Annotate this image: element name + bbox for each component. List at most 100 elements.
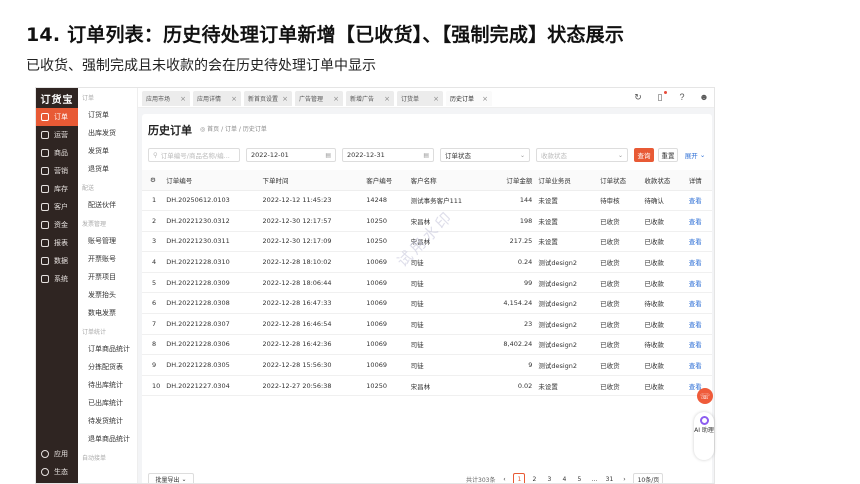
date-end-value: 2022-12-31 xyxy=(347,151,385,159)
tab-6[interactable]: 历史订单 × xyxy=(446,91,492,106)
tab-5[interactable]: 订货单 × xyxy=(397,91,443,106)
search-input[interactable]: ⚲ 订单编号/商品名称/编... xyxy=(148,148,240,162)
order-status-select[interactable]: 订单状态 ⌄ xyxy=(440,148,530,162)
table-cell: 已收货 xyxy=(597,272,642,294)
table-cell: DH.20221228.0307 xyxy=(163,313,260,335)
view-detail-link[interactable]: 查看 xyxy=(685,210,712,232)
table-cell: DH.20221230.0312 xyxy=(163,210,260,232)
tab-4[interactable]: 新增广告 × xyxy=(346,91,394,106)
page-size-select[interactable]: 10条/页 xyxy=(633,473,664,483)
bell-icon[interactable]: ▯ xyxy=(654,91,667,103)
reset-button[interactable]: 重置 xyxy=(658,148,678,162)
view-detail-link[interactable]: 查看 xyxy=(685,354,712,376)
view-detail-link[interactable]: 查看 xyxy=(685,190,712,212)
subnav-item[interactable]: 退单商品统计 xyxy=(78,430,137,448)
page-number[interactable]: 4 xyxy=(558,473,570,483)
order-icon xyxy=(41,113,49,121)
page-number[interactable]: 3 xyxy=(543,473,555,483)
table-cell: DH.20221227.0304 xyxy=(163,375,260,397)
headset-icon[interactable]: ☏ xyxy=(697,388,713,404)
receipt-status-select[interactable]: 收款状态 ⌄ xyxy=(536,148,628,162)
close-icon[interactable]: × xyxy=(384,95,390,103)
help-icon[interactable]: ? xyxy=(676,91,688,103)
sidebar-item-3[interactable]: 营销 xyxy=(36,162,78,180)
next-page-icon[interactable]: › xyxy=(618,473,630,483)
close-icon[interactable]: × xyxy=(482,95,488,103)
prev-page-icon[interactable]: ‹ xyxy=(498,473,510,483)
calendar-icon: ▤ xyxy=(325,151,331,159)
table-cell: DH.20221228.0305 xyxy=(163,354,260,376)
inventory-icon xyxy=(41,185,49,193)
breadcrumb-text[interactable]: 首页 / 订单 / 历史订单 xyxy=(207,126,267,133)
subnav-item[interactable]: 退货单 xyxy=(78,160,137,178)
subnav-item[interactable]: 待出库统计 xyxy=(78,376,137,394)
tab-1[interactable]: 应用详情 × xyxy=(193,91,241,106)
subnav-item[interactable]: 数电发票 xyxy=(78,304,137,322)
report-icon xyxy=(41,239,49,247)
close-icon[interactable]: × xyxy=(433,95,439,103)
subnav-item[interactable]: 分拣配货表 xyxy=(78,358,137,376)
date-end-field[interactable]: 2022-12-31 ▤ xyxy=(342,148,434,162)
table-cell: 已收款 xyxy=(641,354,686,376)
subnav-item[interactable]: 开票账号 xyxy=(78,250,137,268)
page-number[interactable]: 31 xyxy=(603,473,615,483)
orders-table: ⚙ 订单编号 下单时间 客户编号 客户名称 订单金额 订单业务员 订单状态 收款状态 详情 1 DH… xyxy=(142,170,712,397)
view-detail-link[interactable]: 查看 xyxy=(685,231,712,253)
tab-2[interactable]: 新首页设置 × xyxy=(244,91,292,106)
sidebar-item-7[interactable]: 报表 xyxy=(36,234,78,252)
subnav-item[interactable]: 发票抬头 xyxy=(78,286,137,304)
subnav-item[interactable]: 配送伙伴 xyxy=(78,196,137,214)
refresh-icon[interactable]: ↻ xyxy=(632,91,644,103)
ecosystem-icon xyxy=(41,468,49,476)
sidebar-bottom-item-0[interactable]: 应用 xyxy=(36,445,78,463)
subnav-item[interactable]: 订货单 xyxy=(78,106,137,124)
subnav-item[interactable]: 开票项目 xyxy=(78,268,137,286)
sidebar-item-8[interactable]: 数据 xyxy=(36,252,78,270)
view-detail-link[interactable]: 查看 xyxy=(685,334,712,356)
ai-assistant-button[interactable]: AI 助理 xyxy=(694,412,714,460)
tab-3[interactable]: 广告管理 × xyxy=(295,91,343,106)
table-cell: DH.20221228.0310 xyxy=(163,251,260,273)
subnav-item[interactable]: 待发货统计 xyxy=(78,412,137,430)
tab-0[interactable]: 应用市场 × xyxy=(142,91,190,106)
view-detail-link[interactable]: 查看 xyxy=(685,272,712,294)
subnav-item[interactable]: 发货单 xyxy=(78,142,137,160)
page-number[interactable]: 1 xyxy=(513,473,526,483)
sidebar-bottom-item-1[interactable]: 生态 xyxy=(36,463,78,481)
close-icon[interactable]: × xyxy=(333,95,339,103)
subnav-item[interactable]: 出库发货 xyxy=(78,124,137,142)
table-cell: 测试design2 xyxy=(535,354,598,376)
sidebar-item-5[interactable]: 客户 xyxy=(36,198,78,216)
sidebar-item-4[interactable]: 库存 xyxy=(36,180,78,198)
sidebar-item-0[interactable]: 订单 xyxy=(36,108,78,126)
table-cell: 2022-12-12 11:45:23 xyxy=(259,190,364,212)
close-icon[interactable]: × xyxy=(180,95,186,103)
sidebar-item-9[interactable]: 系统 xyxy=(36,270,78,288)
table-cell: 测试事务客户111 xyxy=(407,190,487,212)
sidebar-item-2[interactable]: 商品 xyxy=(36,144,78,162)
sidebar-item-label: 应用 xyxy=(54,450,68,458)
user-icon[interactable]: ☻ xyxy=(698,91,710,103)
subnav-item[interactable]: 订单商品统计 xyxy=(78,340,137,358)
column-header: 订单金额 xyxy=(486,170,536,191)
close-icon[interactable]: × xyxy=(282,95,288,103)
date-start-field[interactable]: 2022-12-01 ▤ xyxy=(246,148,336,162)
page-number[interactable]: ... xyxy=(588,473,600,483)
page-number[interactable]: 2 xyxy=(528,473,540,483)
view-detail-link[interactable]: 查看 xyxy=(685,251,712,273)
sidebar-item-1[interactable]: 运营 xyxy=(36,126,78,144)
query-button[interactable]: 查询 xyxy=(634,148,654,162)
tab-label: 应用市场 xyxy=(146,96,171,103)
view-detail-link[interactable]: 查看 xyxy=(685,313,712,335)
subnav-item[interactable]: 账号管理 xyxy=(78,232,137,250)
table-cell: 测试design2 xyxy=(535,292,598,315)
close-icon[interactable]: × xyxy=(231,95,237,103)
sidebar-item-6[interactable]: 资金 xyxy=(36,216,78,234)
subnav-item[interactable]: 已出库统计 xyxy=(78,394,137,412)
export-button[interactable]: 批量导出 ⌄ xyxy=(148,473,194,483)
page-number[interactable]: 5 xyxy=(573,473,585,483)
expand-button[interactable]: 展开 ⌄ xyxy=(682,148,708,162)
main-content: 历史订单 ◎ 首页 / 订单 / 历史订单 ⚲ 订单编号/商品名称/编... 2… xyxy=(142,114,712,483)
view-detail-link[interactable]: 查看 xyxy=(685,292,712,315)
settings-icon[interactable]: ⚙ xyxy=(150,176,156,184)
